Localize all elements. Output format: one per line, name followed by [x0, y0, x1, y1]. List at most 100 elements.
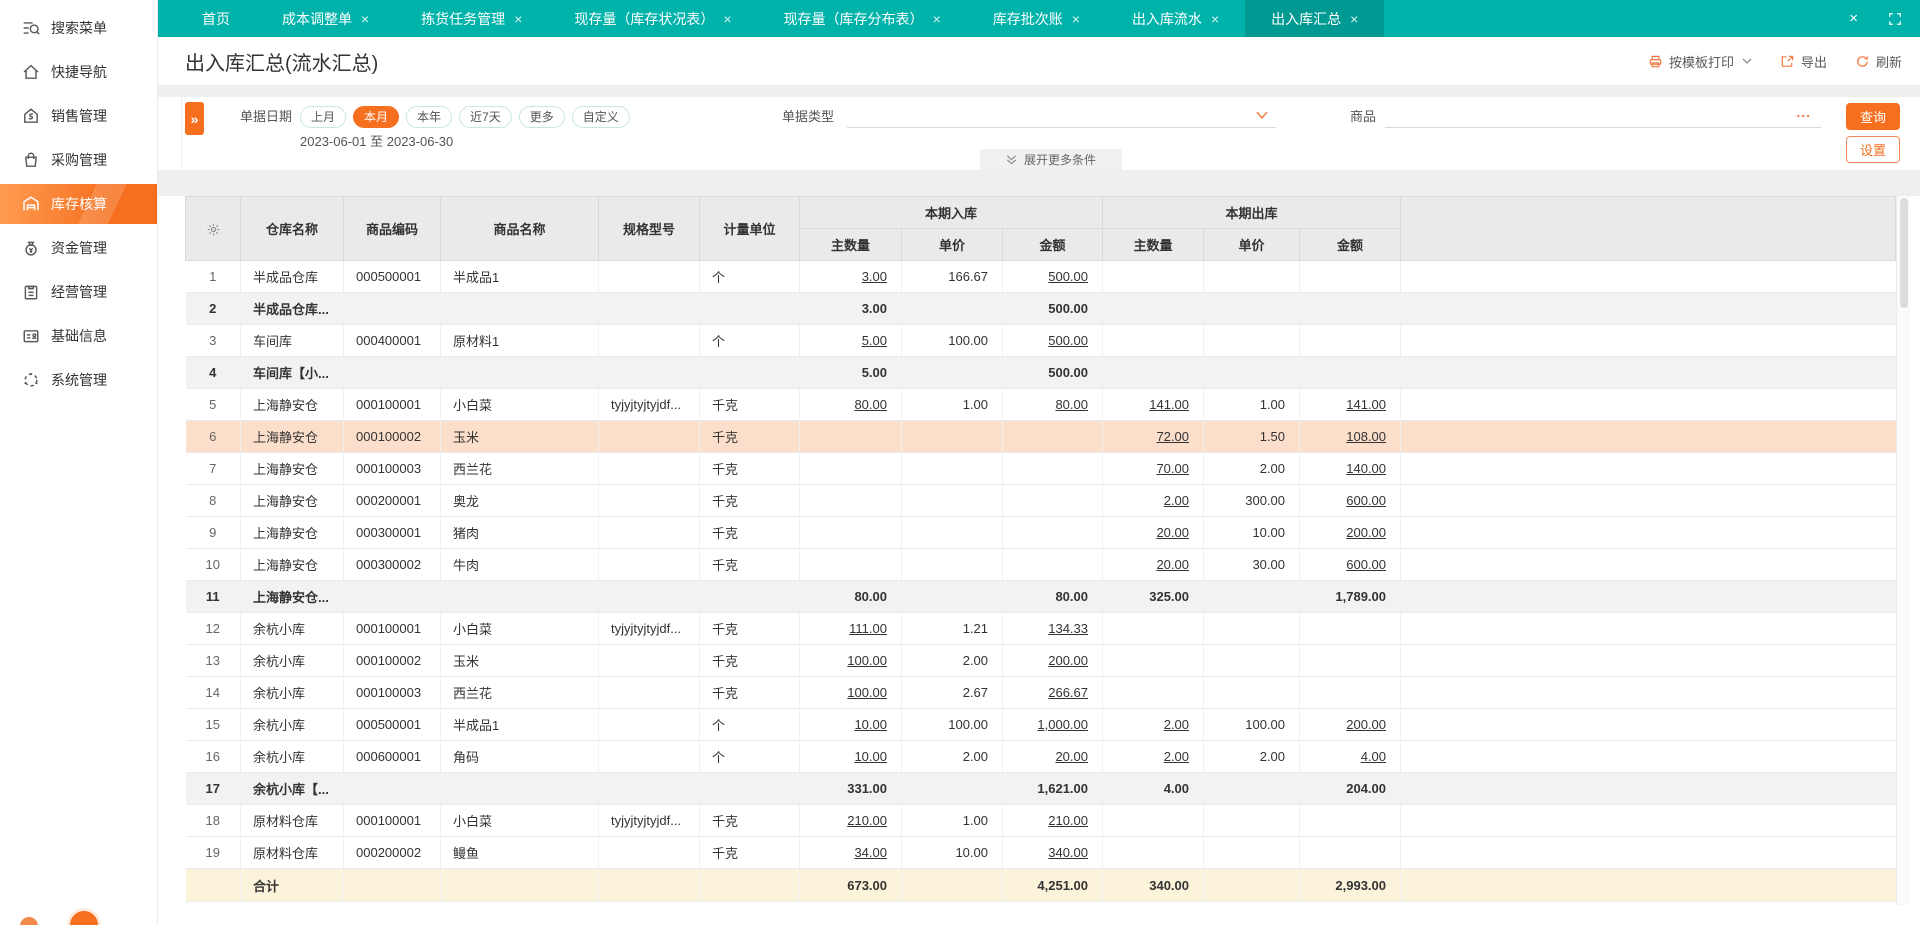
value-link[interactable]: 72.00	[1156, 429, 1189, 444]
close-tab-icon[interactable]: ×	[1350, 12, 1358, 26]
value-link[interactable]: 108.00	[1346, 429, 1386, 444]
value-link[interactable]: 80.00	[854, 397, 887, 412]
tab-item[interactable]: 现存量（库存分布表） ×	[758, 0, 967, 37]
column-settings-header[interactable]	[185, 196, 241, 261]
value-link[interactable]: 2.00	[1164, 749, 1189, 764]
close-tab-icon[interactable]: ×	[361, 12, 369, 26]
date-pill[interactable]: 更多	[518, 106, 565, 128]
column-header[interactable]: 仓库名称	[240, 196, 344, 261]
sub-column-header[interactable]: 主数量	[799, 228, 902, 261]
float-action-small-icon[interactable]	[20, 917, 38, 925]
value-link[interactable]: 141.00	[1149, 397, 1189, 412]
table-row[interactable]: 2 半成品仓库... 3.00 500.00	[185, 292, 1896, 325]
column-header[interactable]: 计量单位	[699, 196, 800, 261]
date-pill[interactable]: 自定义	[571, 106, 630, 128]
value-link[interactable]: 500.00	[1048, 269, 1088, 284]
close-icon[interactable]: ×	[1849, 10, 1858, 27]
export-button[interactable]: 导出	[1780, 52, 1827, 71]
value-link[interactable]: 3.00	[862, 269, 887, 284]
table-row[interactable]: 1 半成品仓库 000500001 半成品1 个 3.00 166.67 500.00	[185, 260, 1896, 293]
value-link[interactable]: 10.00	[854, 717, 887, 732]
close-tab-icon[interactable]: ×	[1072, 12, 1080, 26]
table-row[interactable]: 18 原材料仓库 000100001 小白菜 tyjyjtyjtyjdf... 千克 210…	[185, 804, 1896, 837]
value-link[interactable]: 200.00	[1346, 717, 1386, 732]
value-link[interactable]: 200.00	[1048, 653, 1088, 668]
value-link[interactable]: 20.00	[1156, 525, 1189, 540]
table-row[interactable]: 17 余杭小库【... 331.00 1,621.00 4.00 204.00	[185, 772, 1896, 805]
value-link[interactable]: 600.00	[1346, 557, 1386, 572]
sub-column-header[interactable]: 金额	[1299, 228, 1401, 261]
table-row[interactable]: 10 上海静安仓 000300002 牛肉 千克 20.00 30.00 600.00	[185, 548, 1896, 581]
value-link[interactable]: 100.00	[847, 685, 887, 700]
table-row[interactable]: 14 余杭小库 000100003 西兰花 千克 100.00 2.67 266.67	[185, 676, 1896, 709]
collapse-filters-button[interactable]: »	[185, 102, 204, 135]
table-row[interactable]: 9 上海静安仓 000300001 猪肉 千克 20.00 10.00 200.00	[185, 516, 1896, 549]
value-link[interactable]: 10.00	[854, 749, 887, 764]
value-link[interactable]: 34.00	[854, 845, 887, 860]
sidebar-item-home[interactable]: 快捷导航	[0, 52, 157, 92]
sub-column-header[interactable]: 单价	[901, 228, 1003, 261]
sub-column-header[interactable]: 单价	[1203, 228, 1300, 261]
scrollbar-thumb[interactable]	[1899, 198, 1908, 308]
table-row[interactable]: 19 原材料仓库 000200002 鳗鱼 千克 34.00 10.00 340.00	[185, 836, 1896, 869]
tab-item[interactable]: 拣货任务管理 ×	[395, 0, 548, 37]
value-link[interactable]: 200.00	[1346, 525, 1386, 540]
ellipsis-icon[interactable]: ...	[1796, 104, 1811, 120]
table-row[interactable]: 11 上海静安仓... 80.00 80.00 325.00 1,789.00	[185, 580, 1896, 613]
table-row[interactable]: 7 上海静安仓 000100003 西兰花 千克 70.00 2.00 140.00	[185, 452, 1896, 485]
column-header[interactable]: 商品名称	[440, 196, 599, 261]
value-link[interactable]: 141.00	[1346, 397, 1386, 412]
sub-column-header[interactable]: 金额	[1002, 228, 1103, 261]
value-link[interactable]: 100.00	[847, 653, 887, 668]
close-tab-icon[interactable]: ×	[514, 12, 522, 26]
tab-item[interactable]: 首页	[176, 0, 256, 37]
table-row[interactable]: 3 车间库 000400001 原材料1 个 5.00 100.00 500.00	[185, 324, 1896, 357]
sidebar-item-purchase[interactable]: 采购管理	[0, 140, 157, 180]
value-link[interactable]: 5.00	[862, 333, 887, 348]
sidebar-item-funds[interactable]: 资金管理	[0, 228, 157, 268]
value-link[interactable]: 600.00	[1346, 493, 1386, 508]
value-link[interactable]: 1,000.00	[1037, 717, 1088, 732]
value-link[interactable]: 4.00	[1361, 749, 1386, 764]
table-row[interactable]: 6 上海静安仓 000100002 玉米 千克 72.00 1.50 108.00	[185, 420, 1896, 453]
value-link[interactable]: 210.00	[1048, 813, 1088, 828]
sidebar-item-inventory[interactable]: 库存核算	[0, 184, 157, 224]
table-row[interactable]: 16 余杭小库 000600001 角码 个 10.00 2.00 20.00 2.00 2.00…	[185, 740, 1896, 773]
value-link[interactable]: 70.00	[1156, 461, 1189, 476]
tab-item[interactable]: 现存量（库存状况表） ×	[548, 0, 757, 37]
date-pill[interactable]: 本月	[353, 106, 400, 128]
doc-type-select[interactable]	[847, 106, 1277, 128]
table-row[interactable]: 15 余杭小库 000500001 半成品1 个 10.00 100.00 1,000.00 2…	[185, 708, 1896, 741]
close-tab-icon[interactable]: ×	[933, 12, 941, 26]
close-tab-icon[interactable]: ×	[723, 12, 731, 26]
value-link[interactable]: 2.00	[1164, 493, 1189, 508]
expand-more-button[interactable]: 展开更多条件	[979, 149, 1123, 170]
value-link[interactable]: 500.00	[1048, 333, 1088, 348]
value-link[interactable]: 340.00	[1048, 845, 1088, 860]
value-link[interactable]: 20.00	[1055, 749, 1088, 764]
tab-item[interactable]: 出入库汇总 ×	[1245, 0, 1385, 37]
sidebar-item-operations[interactable]: 经营管理	[0, 272, 157, 312]
table-row[interactable]: 8 上海静安仓 000200001 奥龙 千克 2.00 300.00 600.00	[185, 484, 1896, 517]
vertical-scrollbar[interactable]	[1896, 196, 1910, 905]
value-link[interactable]: 20.00	[1156, 557, 1189, 572]
date-pill[interactable]: 上月	[300, 106, 347, 128]
table-row[interactable]: 12 余杭小库 000100001 小白菜 tyjyjtyjtyjdf... 千克 111.…	[185, 612, 1896, 645]
sidebar-item-sales[interactable]: 销售管理	[0, 96, 157, 136]
sidebar-item-menu-search[interactable]: 搜索菜单	[0, 8, 157, 48]
table-row[interactable]: 5 上海静安仓 000100001 小白菜 tyjyjtyjtyjdf... 千克 80.0…	[185, 388, 1896, 421]
date-pill[interactable]: 近7天	[459, 106, 512, 128]
tab-item[interactable]: 成本调整单 ×	[256, 0, 395, 37]
value-link[interactable]: 266.67	[1048, 685, 1088, 700]
date-pill[interactable]: 本年	[406, 106, 453, 128]
date-range-value[interactable]: 2023-06-01 至 2023-06-30	[300, 131, 630, 150]
close-tab-icon[interactable]: ×	[1211, 12, 1219, 26]
value-link[interactable]: 140.00	[1346, 461, 1386, 476]
value-link[interactable]: 80.00	[1055, 397, 1088, 412]
table-row[interactable]: 13 余杭小库 000100002 玉米 千克 100.00 2.00 200.00	[185, 644, 1896, 677]
value-link[interactable]: 111.00	[849, 621, 887, 636]
column-header[interactable]: 规格型号	[598, 196, 700, 261]
table-row[interactable]: 4 车间库【小... 5.00 500.00	[185, 356, 1896, 389]
sidebar-item-base-info[interactable]: 基础信息	[0, 316, 157, 356]
product-input[interactable]: ...	[1385, 104, 1822, 128]
